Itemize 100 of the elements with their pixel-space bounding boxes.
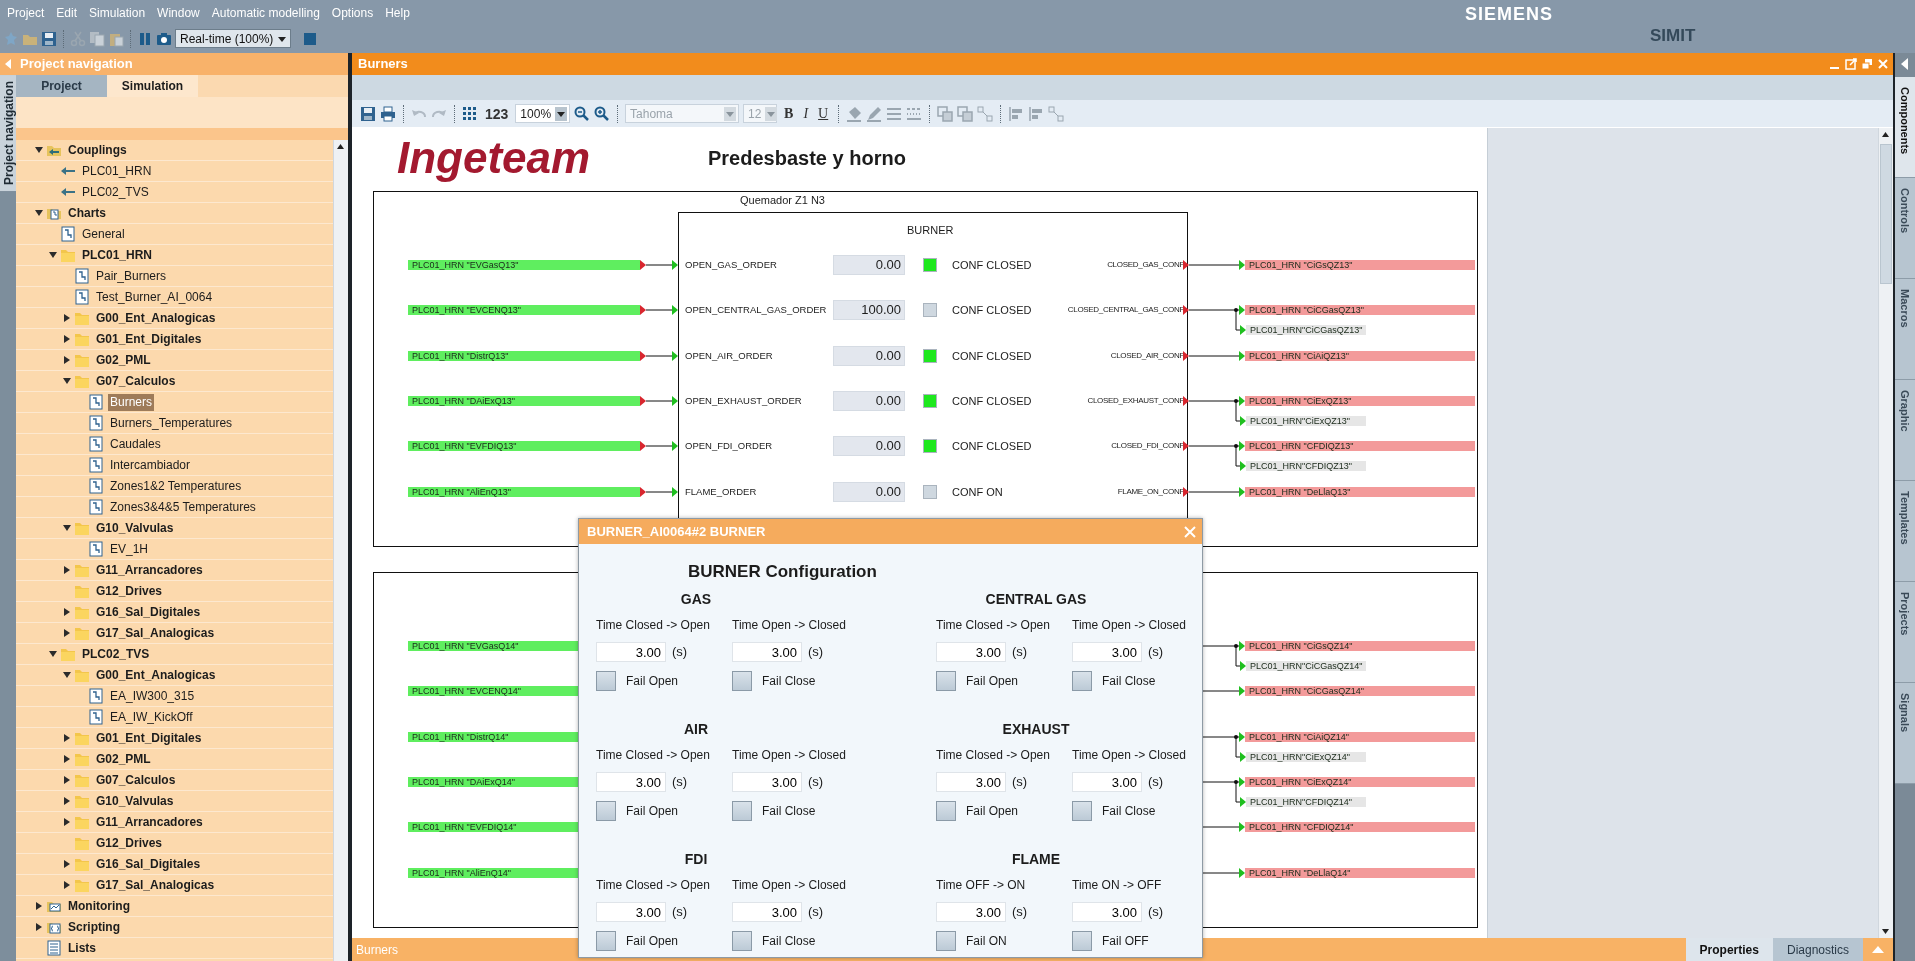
signal-tag: PLC01_HRN "EVCENQ14" [408, 686, 578, 696]
tree-item[interactable]: G01_Ent_Digitales [94, 729, 204, 747]
zoom-dropdown[interactable]: 100% [515, 104, 571, 123]
signal-tag: PLC01_HRN "EVFDIQ14" [408, 822, 578, 832]
signal-tag: PLC01_HRN"CFDIQZ13" [1246, 461, 1366, 471]
tree-item[interactable]: EA_IW_KickOff [108, 708, 195, 726]
unit-label: (s) [1012, 903, 1028, 922]
side-tab[interactable]: Graphic [1895, 380, 1915, 481]
signal-tag: PLC01_HRN "CiAiQZ14" [1245, 732, 1475, 742]
product-name: SIMIT [1650, 25, 1696, 47]
tree-item[interactable]: Caudales [108, 435, 163, 453]
signal-tag: PLC01_HRN"CFDIQZ14" [1246, 797, 1366, 807]
tree-item[interactable]: G11_Arrancadores [94, 561, 205, 579]
field-label: Time Closed -> Open [936, 617, 1050, 633]
tree-item[interactable]: G07_Calculos [94, 771, 178, 789]
block-title: BURNER [907, 224, 954, 236]
tree-item[interactable]: G12_Drives [94, 834, 165, 852]
side-tab[interactable]: Projects [1895, 582, 1915, 683]
tree-item[interactable]: Lists [66, 939, 98, 957]
vendor-logo: SIEMENS [1464, 3, 1554, 25]
side-tab[interactable]: Signals [1895, 683, 1915, 784]
signal-tag: PLC01_HRN "CiCGasQZ13" [1245, 305, 1475, 315]
tree-item[interactable]: EV_1H [108, 540, 151, 558]
signal-tag: PLC01_HRN "DeLlaQ13" [1245, 487, 1475, 497]
tree-item[interactable]: General [80, 225, 127, 243]
port-label: FLAME_ORDER [685, 486, 757, 498]
signal-tag: PLC01_HRN "EVGasQ13" [408, 260, 640, 270]
side-tab[interactable]: Macros [1895, 279, 1915, 380]
tree-item[interactable]: Charts [66, 204, 108, 222]
tree-item[interactable]: Zones1&2 Temperatures [108, 477, 244, 495]
tab[interactable]: Diagnostics [1772, 938, 1863, 961]
value-display: 0.00 [833, 391, 905, 411]
tree-item[interactable]: Intercambiador [108, 456, 193, 474]
value-display: 100.00 [833, 300, 905, 320]
tree-item[interactable]: Scripting [66, 918, 122, 936]
tree-item[interactable]: G17_Sal_Analogicas [94, 624, 217, 642]
tree-item[interactable]: G10_Valvulas [94, 519, 176, 537]
time-field[interactable]: 3.00 [596, 772, 666, 792]
side-tab[interactable]: Components [1895, 77, 1915, 178]
unit-label: (s) [1148, 773, 1164, 792]
tree-item[interactable]: G10_Valvulas [94, 792, 176, 810]
tree-item[interactable]: G12_Drives [94, 582, 165, 600]
tree-item[interactable]: PLC01_HRN [80, 246, 155, 264]
tree-item[interactable]: G01_Ent_Digitales [94, 330, 204, 348]
time-field[interactable]: 3.00 [936, 772, 1006, 792]
tree-item[interactable]: G16_Sal_Digitales [94, 603, 203, 621]
side-tab[interactable]: Project navigation [0, 75, 16, 192]
field-label: Time Open -> Closed [732, 877, 846, 893]
time-field[interactable]: 3.00 [936, 902, 1006, 922]
tree-item[interactable]: PLC02_TVS [80, 645, 152, 663]
port-label: CLOSED_CENTRAL_GAS_CONF [1067, 304, 1184, 316]
tree-item[interactable]: Burners_Temperatures [108, 414, 235, 432]
field-label: Time Open -> Closed [1072, 747, 1186, 763]
time-field[interactable]: 3.00 [596, 902, 666, 922]
panel-title: Project navigation [20, 55, 133, 74]
tree-item[interactable]: Test_Burner_AI_0064 [94, 288, 215, 306]
time-field[interactable]: 3.00 [1072, 902, 1142, 922]
tree-item[interactable]: G16_Sal_Digitales [94, 855, 203, 873]
field-label: Time ON -> OFF [1072, 877, 1162, 893]
number-format-button[interactable]: 123 [482, 105, 512, 122]
tree-item[interactable]: Monitoring [66, 897, 132, 915]
tree-item[interactable]: G07_Calculos [94, 372, 178, 390]
tree-item[interactable]: G02_PML [94, 351, 153, 369]
tree-item[interactable]: G00_Ent_Analogicas [94, 666, 218, 684]
time-field[interactable]: 3.00 [732, 902, 802, 922]
tree-item[interactable]: PLC02_TVS [80, 183, 151, 201]
speed-dropdown[interactable]: Real-time (100%) [175, 29, 292, 48]
status-label: CONF CLOSED [952, 349, 1032, 364]
checkbox-label: Fail Open [626, 803, 679, 820]
side-tab[interactable]: Controls [1895, 178, 1915, 279]
section-title: FLAME [1011, 850, 1061, 869]
value-display: 0.00 [833, 255, 905, 275]
dialog-heading: BURNER Configuration [687, 562, 877, 582]
tree-item[interactable]: G11_Arrancadores [94, 813, 205, 831]
field-label: Time Closed -> Open [936, 747, 1050, 763]
tree-item[interactable]: EA_IW300_315 [108, 687, 197, 705]
tree-item[interactable]: Couplings [66, 141, 129, 159]
format-button[interactable]: B [781, 105, 797, 122]
time-field[interactable]: 3.00 [732, 642, 802, 662]
tree-item[interactable]: Zones3&4&5 Temperatures [108, 498, 258, 516]
tree-item[interactable]: Pair_Burners [94, 267, 169, 285]
tree-item[interactable]: G17_Sal_Analogicas [94, 876, 217, 894]
format-button[interactable]: I [800, 105, 812, 122]
value-display: 0.00 [833, 436, 905, 456]
tree-item[interactable]: G02_PML [94, 750, 153, 768]
tree-item[interactable]: Burners [108, 393, 155, 411]
checkbox-label: Fail Open [626, 673, 679, 690]
time-field[interactable]: 3.00 [596, 642, 666, 662]
side-tab[interactable]: Templates [1895, 481, 1915, 582]
time-field[interactable]: 3.00 [1072, 772, 1142, 792]
time-field[interactable]: 3.00 [936, 642, 1006, 662]
tab[interactable]: Project [16, 75, 107, 97]
tab[interactable]: Properties [1685, 938, 1773, 961]
checkbox-label: Fail OFF [1102, 933, 1149, 950]
tree-item[interactable]: PLC01_HRN [80, 162, 154, 180]
time-field[interactable]: 3.00 [1072, 642, 1142, 662]
time-field[interactable]: 3.00 [732, 772, 802, 792]
tab[interactable]: Simulation [107, 75, 198, 97]
format-button[interactable]: U [815, 105, 832, 122]
tree-item[interactable]: G00_Ent_Analogicas [94, 309, 218, 327]
